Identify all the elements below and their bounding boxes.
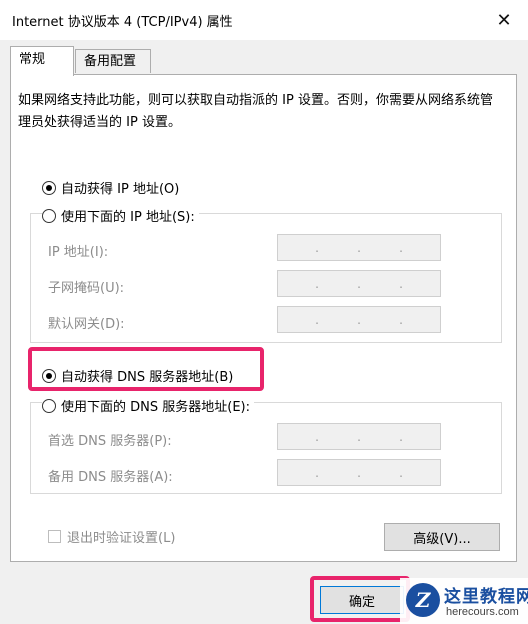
subnet-mask-input[interactable]: ... [277, 270, 441, 297]
watermark-url: herecours.com [446, 606, 519, 618]
radio-manual-dns[interactable]: 使用下面的 DNS 服务器地址(E): [42, 396, 254, 415]
tab-alternate-configuration[interactable]: 备用配置 [75, 49, 151, 73]
tab-general[interactable]: 常规 [10, 46, 74, 76]
radio-auto-dns[interactable]: 自动获得 DNS 服务器地址(B) [42, 366, 233, 385]
radio-manual-ip-label: 使用下面的 IP 地址(S): [61, 210, 195, 225]
preferred-dns-input[interactable]: ... [277, 423, 441, 450]
tcp-ipv4-properties-dialog: Internet 协议版本 4 (TCP/IPv4) 属性 ✕ 常规 备用配置 … [0, 0, 528, 624]
ip-address-input[interactable]: ... [277, 234, 441, 261]
default-gateway-input[interactable]: ... [277, 306, 441, 333]
watermark-logo-letter: Z [415, 588, 431, 612]
ip-address-label: IP 地址(I): [48, 245, 109, 260]
advanced-button-label: 高级(V)... [413, 531, 471, 547]
alternate-dns-label: 备用 DNS 服务器(A): [48, 470, 173, 485]
radio-auto-dns-indicator[interactable] [42, 368, 56, 383]
ok-button-label: 确定 [348, 594, 375, 610]
watermark: Z 这里教程网 herecours.com [400, 578, 528, 624]
radio-auto-ip-indicator[interactable] [42, 180, 56, 195]
title-bar: Internet 协议版本 4 (TCP/IPv4) 属性 ✕ [0, 0, 528, 40]
close-button[interactable]: ✕ [488, 4, 520, 36]
preferred-dns-label: 首选 DNS 服务器(P): [48, 434, 172, 449]
description-text: 如果网络支持此功能，则可以获取自动指派的 IP 设置。否则，你需要从网络系统管理… [18, 93, 493, 130]
radio-auto-ip-label: 自动获得 IP 地址(O) [61, 182, 180, 197]
advanced-button[interactable]: 高级(V)... [384, 523, 500, 551]
default-gateway-label: 默认网关(D): [48, 317, 125, 332]
radio-manual-ip-indicator[interactable] [42, 208, 56, 223]
radio-auto-ip[interactable]: 自动获得 IP 地址(O) [42, 178, 179, 197]
radio-manual-ip[interactable]: 使用下面的 IP 地址(S): [42, 206, 199, 225]
validate-on-exit-box[interactable] [48, 530, 61, 543]
subnet-mask-label: 子网掩码(U): [48, 281, 125, 296]
watermark-logo-icon: Z [406, 583, 440, 617]
validate-on-exit-checkbox[interactable]: 退出时验证设置(L) [48, 527, 175, 546]
alternate-dns-input[interactable]: ... [277, 459, 441, 486]
validate-on-exit-label: 退出时验证设置(L) [67, 531, 176, 546]
radio-auto-dns-label: 自动获得 DNS 服务器地址(B) [61, 370, 234, 385]
radio-manual-dns-indicator[interactable] [42, 398, 56, 413]
watermark-title: 这里教程网 [444, 587, 528, 607]
ok-button[interactable]: 确定 [320, 586, 404, 614]
window-title: Internet 协议版本 4 (TCP/IPv4) 属性 [12, 15, 233, 30]
close-icon: ✕ [496, 9, 512, 31]
radio-manual-dns-label: 使用下面的 DNS 服务器地址(E): [61, 400, 250, 415]
